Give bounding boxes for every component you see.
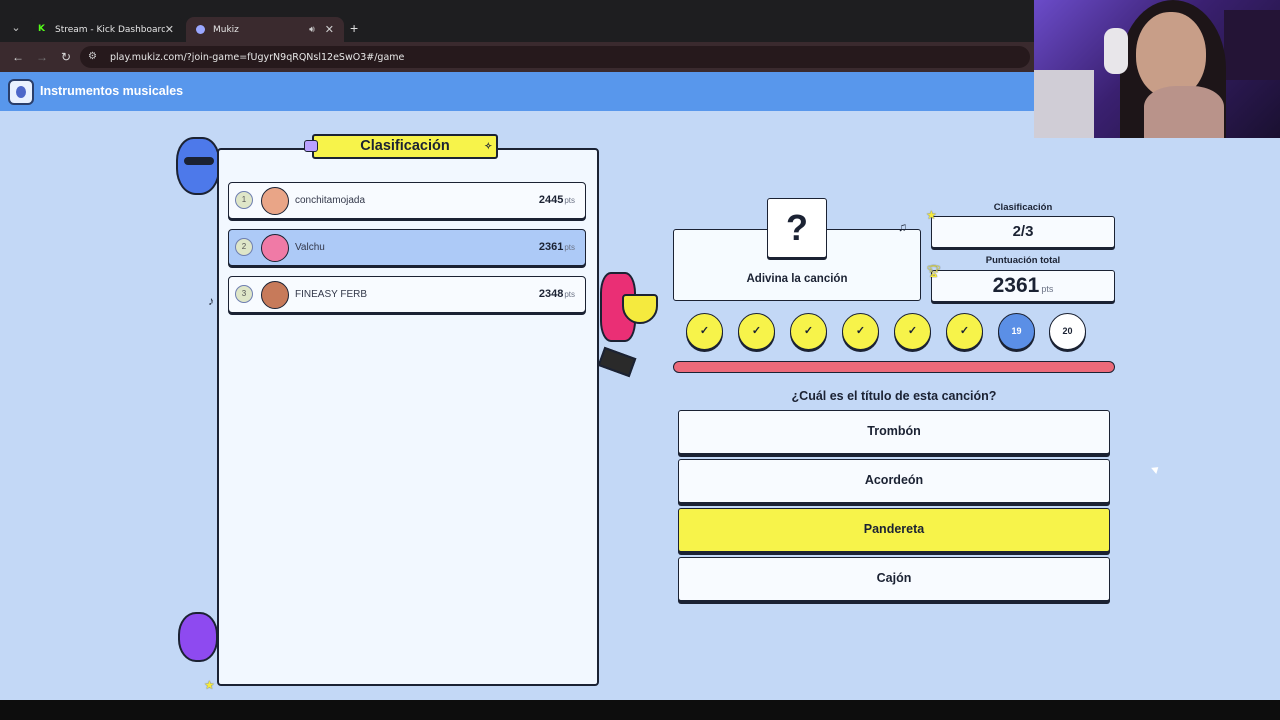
player-points: 2348pts — [538, 288, 575, 300]
player-name: Valchu — [295, 242, 325, 253]
forward-arrow-icon[interactable]: → — [34, 49, 50, 65]
new-tab-plus-icon[interactable]: + — [350, 20, 358, 36]
kick-icon: K — [38, 24, 45, 34]
trophy-small-icon: 🏆︎ — [926, 264, 942, 278]
score-label: Puntuación total — [985, 255, 1061, 266]
tab-mukiz[interactable]: Mukiz 🔊︎ ✕ — [186, 17, 344, 42]
answer-option-selected[interactable]: Pandereta — [678, 508, 1110, 552]
game-logo-icon[interactable] — [8, 79, 34, 105]
progress-step-done: ✓ — [790, 313, 827, 350]
answer-option[interactable]: Trombón — [678, 410, 1110, 454]
music-note-icon: ♫ — [898, 220, 907, 234]
tab-kick-dashboard[interactable]: K Stream - Kick Dashboard ✕ — [28, 17, 184, 42]
avatar — [261, 281, 289, 309]
reload-icon[interactable]: ↻ — [58, 49, 74, 65]
answer-option[interactable]: Acordeón — [678, 459, 1110, 503]
rank-value: 2/3 — [931, 216, 1115, 248]
headset-icon — [1104, 28, 1128, 74]
speaker-icon[interactable]: 🔊︎ — [309, 25, 315, 35]
progress-step-todo: 20 — [1049, 313, 1086, 350]
webcam-background — [1224, 10, 1280, 80]
leaderboard-row: 2 Valchu 2361pts — [228, 229, 586, 266]
rank-label: Clasificación — [993, 202, 1053, 213]
badge-icon — [304, 140, 318, 152]
tab-label: Stream - Kick Dashboard — [55, 24, 165, 35]
trophy-base-icon — [597, 346, 637, 378]
progress-step-done: ✓ — [946, 313, 983, 350]
player-points: 2445pts — [538, 194, 575, 206]
question-label: Adivina la canción — [746, 273, 848, 285]
tab-label: Mukiz — [213, 24, 239, 35]
webcam-person-face — [1136, 12, 1206, 98]
webcam-overlay — [1034, 0, 1280, 138]
question-mark-icon: ? — [767, 198, 827, 258]
close-icon[interactable]: ✕ — [325, 23, 334, 36]
mouse-cursor-icon — [1151, 464, 1161, 474]
tab-search-dropdown-icon[interactable]: ⌄ — [8, 20, 24, 36]
game-title: Instrumentos musicales — [40, 84, 184, 98]
rank-medal-icon: 2 — [235, 238, 253, 256]
score-value: 2361 pts — [931, 270, 1115, 302]
answer-option[interactable]: Cajón — [678, 557, 1110, 601]
close-icon[interactable]: ✕ — [165, 23, 174, 36]
mukiz-icon — [196, 25, 205, 34]
address-bar[interactable]: ⚙ play.mukiz.com/?join-game=fUgyrN9qRQNs… — [80, 46, 1030, 68]
sparkle-icon: ✧ — [484, 141, 492, 151]
progress-step-done: ✓ — [894, 313, 931, 350]
avatar — [261, 187, 289, 215]
star-icon: ★ — [204, 678, 215, 692]
question-prompt: ¿Cuál es el título de esta canción? — [791, 389, 997, 403]
webcam-person-hand — [1144, 86, 1224, 138]
trophy-icon — [622, 294, 658, 324]
blue-mascot-icon — [176, 137, 220, 195]
game-page: Instrumentos musicales ★ ♪ ♪ Clasificaci… — [0, 72, 1280, 700]
player-points: 2361pts — [538, 241, 575, 253]
leaderboard-title-text: Clasificación — [360, 138, 450, 154]
player-name: conchitamojada — [295, 195, 366, 206]
progress-step-done: ✓ — [842, 313, 879, 350]
url-text: play.mukiz.com/?join-game=fUgyrN9qRQNsl1… — [110, 51, 405, 63]
progress-step-current: 19 — [998, 313, 1035, 350]
progress-step-done: ✓ — [738, 313, 775, 350]
purple-mascot-icon — [178, 612, 218, 662]
leaderboard-row: 1 conchitamojada 2445pts — [228, 182, 586, 219]
site-settings-icon[interactable]: ⚙ — [88, 51, 100, 63]
rank-medal-icon: 3 — [235, 285, 253, 303]
bottom-bar — [0, 700, 1280, 720]
leaderboard-row: 3 FINEASY FERB 2348pts — [228, 276, 586, 313]
rank-medal-icon: 1 — [235, 191, 253, 209]
avatar — [261, 234, 289, 262]
webcam-chair — [1034, 70, 1094, 138]
music-note-icon: ♪ — [208, 294, 214, 308]
star-icon: ★ — [926, 208, 937, 222]
progress-step-done: ✓ — [686, 313, 723, 350]
back-arrow-icon[interactable]: ← — [10, 49, 26, 65]
player-name: FINEASY FERB — [295, 289, 368, 300]
leaderboard-title: Clasificación ✧ — [304, 134, 498, 159]
timer-bar — [673, 361, 1115, 373]
